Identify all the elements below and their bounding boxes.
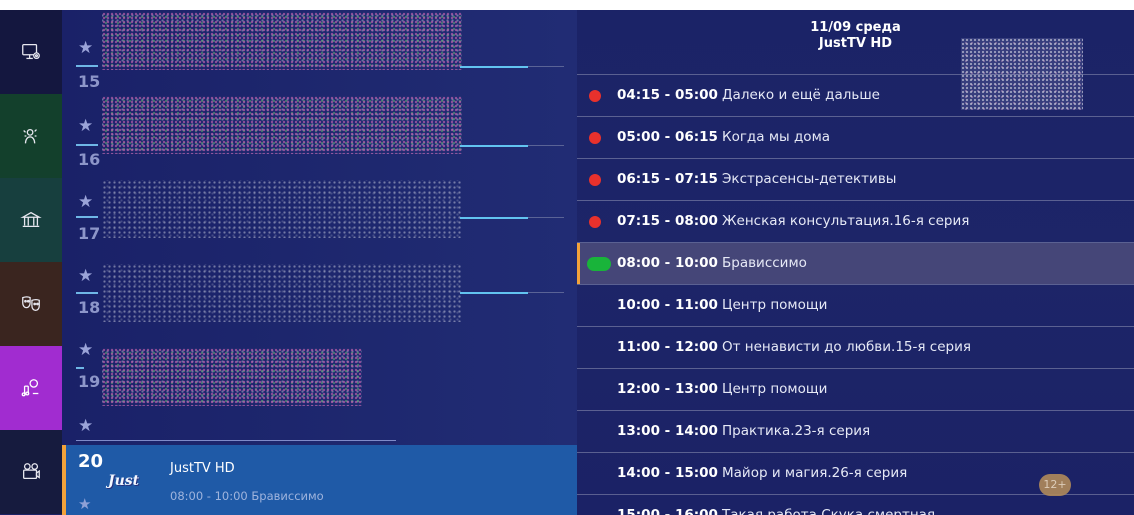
program-row[interactable]: 15:00 - 16:00 Такая работа.Скука смертная (577, 495, 1134, 515)
program-time: 10:00 - 11:00 (617, 297, 718, 313)
favorite-star-icon[interactable]: ★ (78, 416, 93, 436)
program-title: Брависсимо (722, 255, 807, 271)
live-indicator-icon (587, 257, 611, 271)
category-entertainment[interactable] (0, 178, 62, 262)
progress-bar (460, 145, 528, 147)
category-culture[interactable] (0, 262, 62, 346)
channel-number: 16 (78, 150, 101, 169)
program-time: 05:00 - 06:15 (617, 129, 718, 145)
program-time: 08:00 - 10:00 (617, 255, 718, 271)
program-time: 14:00 - 15:00 (617, 465, 718, 481)
channel-divider (76, 144, 98, 146)
program-row[interactable]: 06:15 - 07:15 Экстрасенсы-детективы (577, 159, 1134, 200)
channel-list: ★ 15 ★ 16 ★ 17 ★ 18 ★ 19 ★ 20 Just JustT… (62, 10, 577, 515)
program-row[interactable]: 10:00 - 11:00 Центр помощи (577, 285, 1134, 326)
music-icon (21, 379, 39, 397)
theater-masks-icon (22, 296, 40, 312)
carousel-icon (20, 211, 42, 228)
program-title: Далеко и ещё дальше (722, 87, 880, 103)
kids-icon (23, 128, 37, 144)
program-title: Практика.23-я серия (722, 423, 871, 439)
record-dot-icon (589, 174, 601, 186)
channel-name: JustTV HD (170, 461, 235, 476)
progress-bar (460, 66, 528, 68)
program-row[interactable]: 12:00 - 13:00 Центр помощи (577, 369, 1134, 410)
program-time: 15:00 - 16:00 (617, 507, 718, 515)
program-title: Центр помощи (722, 381, 828, 397)
progress-track (528, 292, 564, 293)
current-program-indicator (577, 243, 580, 284)
program-row[interactable]: 13:00 - 14:00 Практика.23-я серия (577, 411, 1134, 452)
program-time: 13:00 - 14:00 (617, 423, 718, 439)
program-time: 12:00 - 13:00 (617, 381, 718, 397)
channel-row[interactable]: ★ 15 (62, 10, 577, 94)
progress-track (528, 145, 564, 146)
favorite-star-icon[interactable]: ★ (78, 192, 93, 212)
record-dot-icon (589, 132, 601, 144)
channel-row[interactable]: ★ 17 (62, 178, 577, 262)
program-time: 06:15 - 07:15 (617, 171, 718, 187)
selection-indicator (62, 445, 66, 515)
channel-number: 17 (78, 224, 101, 243)
program-title: От ненависти до любви.15-я серия (722, 339, 971, 355)
category-cinema[interactable] (0, 430, 62, 514)
program-title: Женская консультация.16-я серия (722, 213, 970, 229)
program-title: Такая работа.Скука смертная (722, 507, 936, 515)
program-row[interactable]: 07:15 - 08:00 Женская консультация.16-я с… (577, 201, 1134, 242)
program-row[interactable]: 08:00 - 10:00 Брависсимо (577, 243, 1134, 284)
channel-divider (76, 367, 84, 369)
age-rating-badge: 12+ (1039, 474, 1071, 496)
epg-date: 11/09 среда (810, 20, 901, 35)
program-title: Центр помощи (722, 297, 828, 313)
program-row[interactable]: 05:00 - 06:15 Когда мы дома (577, 117, 1134, 158)
progress-bar (76, 440, 396, 441)
favorite-star-icon[interactable]: ★ (78, 38, 93, 58)
program-row[interactable]: 11:00 - 12:00 От ненависти до любви.15-я … (577, 327, 1134, 368)
category-rail (0, 10, 62, 515)
record-dot-icon (589, 216, 601, 228)
favorite-star-icon[interactable]: ★ (78, 340, 93, 360)
current-program: 08:00 - 10:00 Брависсимо (170, 489, 324, 503)
favorite-star-icon[interactable]: ★ (78, 116, 93, 136)
channel-row[interactable]: ★ 16 (62, 94, 577, 178)
program-row[interactable]: 04:15 - 05:00 Далеко и ещё дальше (577, 75, 1134, 116)
channel-row[interactable]: ★ 18 (62, 262, 577, 346)
channel-row[interactable]: ★ 19 ★ (62, 340, 577, 441)
tv-media-icon (22, 44, 40, 60)
category-kids[interactable] (0, 94, 62, 178)
program-title: Когда мы дома (722, 129, 831, 145)
progress-bar (460, 292, 528, 294)
program-title: Экстрасенсы-детективы (722, 171, 897, 187)
program-time: 11:00 - 12:00 (617, 339, 718, 355)
film-camera-icon (23, 463, 40, 480)
channel-number: 20 (78, 451, 104, 472)
channel-number: 18 (78, 298, 101, 317)
channel-number: 15 (78, 72, 101, 91)
channel-divider (76, 216, 98, 218)
channel-divider (76, 65, 98, 67)
program-time: 04:15 - 05:00 (617, 87, 718, 103)
program-time: 07:15 - 08:00 (617, 213, 718, 229)
tv-app: ★ 15 ★ 16 ★ 17 ★ 18 ★ 19 ★ 20 Just JustT… (0, 10, 1134, 515)
category-tv-media[interactable] (0, 10, 62, 94)
program-title: Майор и магия.26-я серия (722, 465, 908, 481)
progress-track (528, 66, 564, 67)
favorite-star-icon[interactable]: ★ (78, 495, 91, 513)
channel-logo: Just (108, 473, 140, 489)
record-dot-icon (589, 90, 601, 102)
channel-divider (76, 292, 98, 294)
selected-channel-row[interactable]: 20 Just JustTV HD 08:00 - 10:00 Брависси… (62, 445, 577, 515)
channel-number: 19 (78, 372, 101, 391)
category-music[interactable] (0, 346, 62, 430)
progress-track (528, 217, 564, 218)
favorite-star-icon[interactable]: ★ (78, 266, 93, 286)
progress-bar (460, 217, 528, 219)
epg-panel: 11/09 среда JustTV HD 04:15 - 05:00 Далек… (577, 10, 1134, 515)
